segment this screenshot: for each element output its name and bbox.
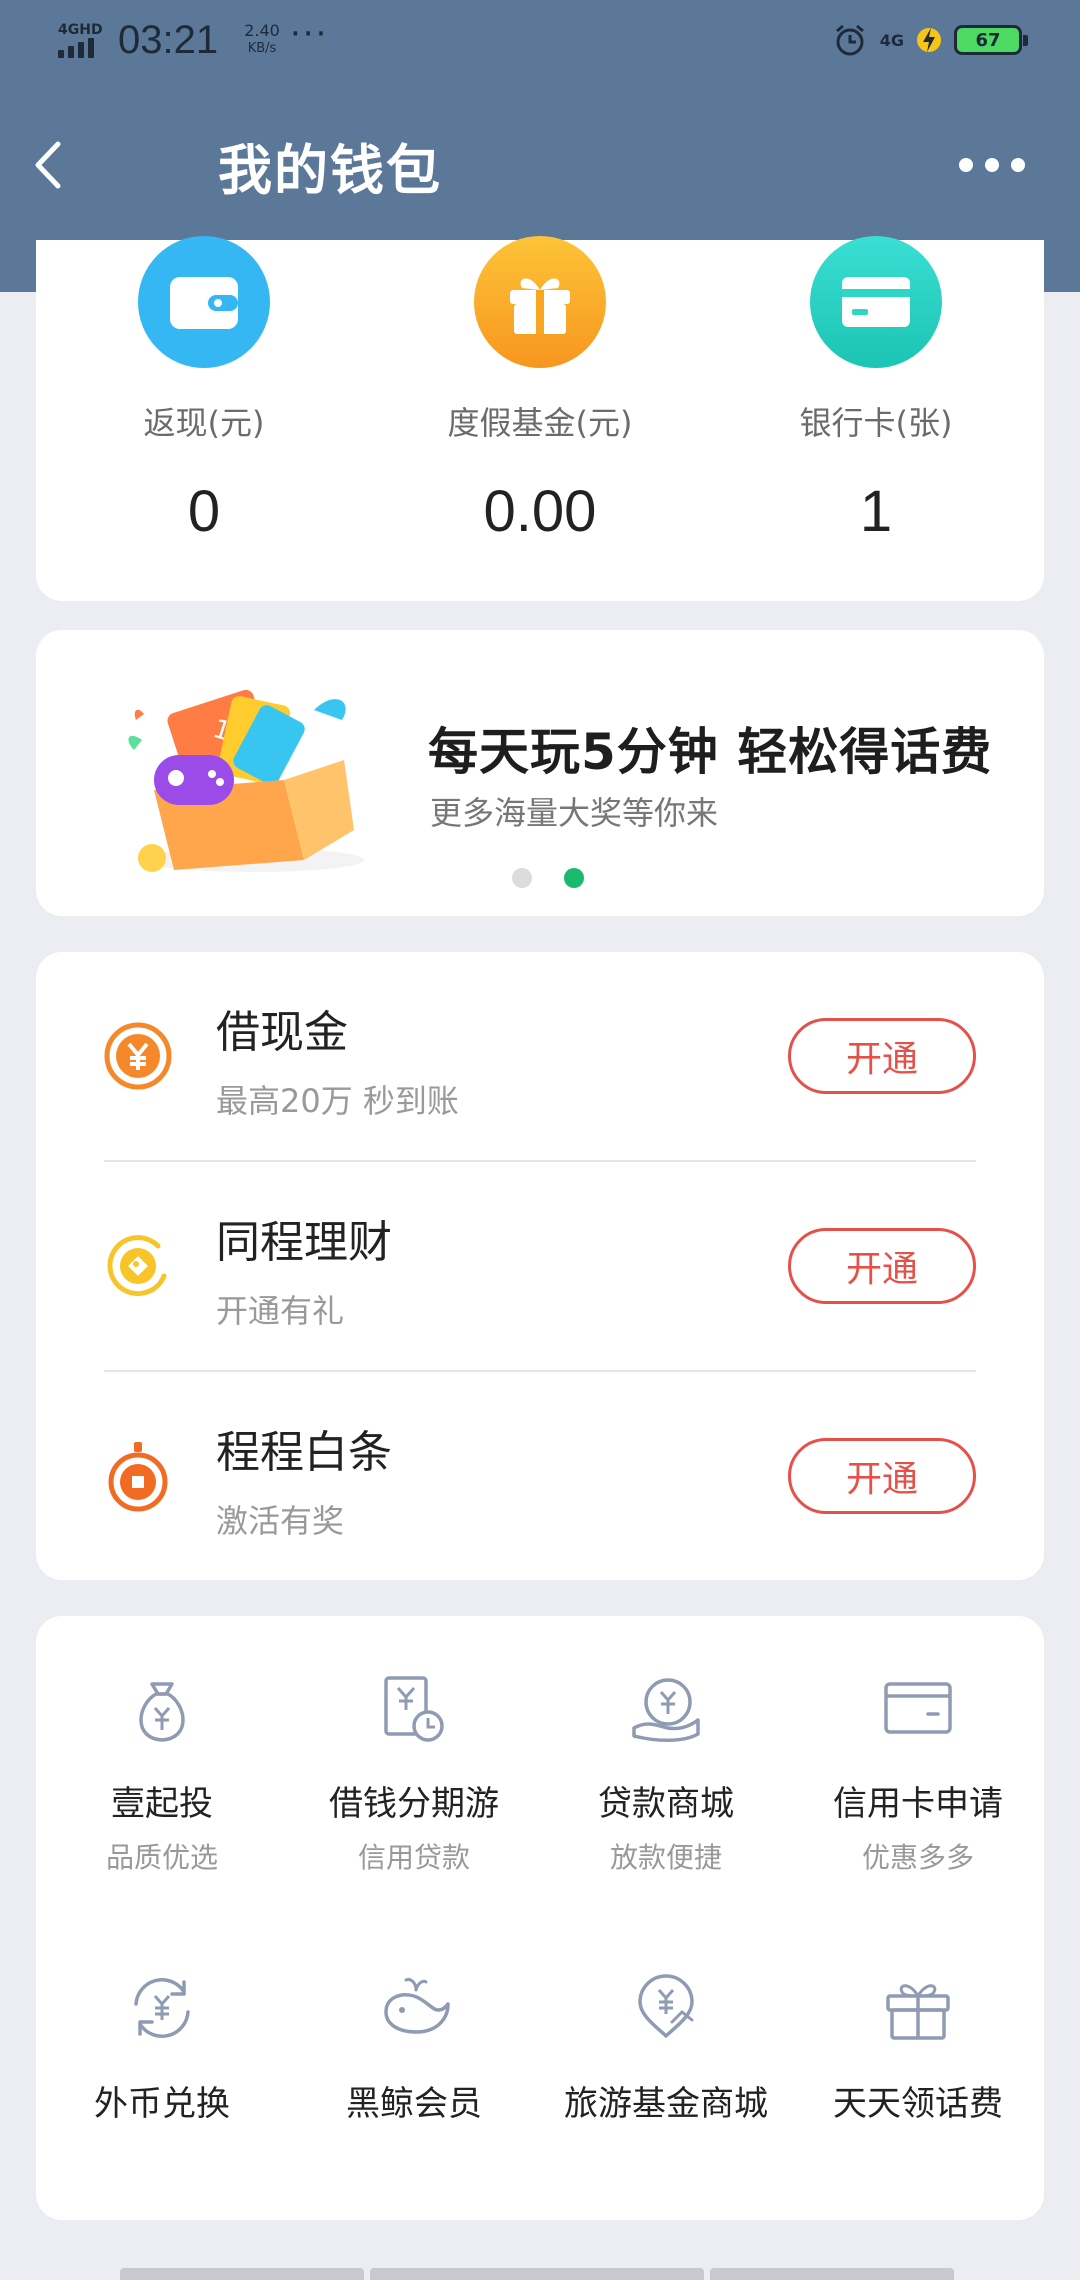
carousel-dot [512,868,532,888]
alarm-icon [835,24,864,56]
grid-item-title: 贷款商城 [598,1784,734,1824]
network-4g-label: 4G [879,30,904,50]
grid-item-travel-fund-mall[interactable]: 旅游基金商城 [540,1916,792,2176]
navigation-bar: 我的钱包 [0,110,1080,220]
grid-item-credit-card[interactable]: 信用卡申请 优惠多多 [792,1616,1044,1916]
financial-services-card: 借现金 最高20万 秒到账 开通 同程理财 开通有礼 开通 程程白条 激活有奖 … [36,952,1044,1580]
grid-item-subtitle: 信用贷款 [357,1841,470,1874]
vacation-fund-summary[interactable]: 度假基金(元) 0.00 [372,236,708,601]
banner-subtitle: 更多海量大奖等你来 [430,794,719,832]
bank-card-value: 1 [859,479,893,544]
charging-icon [917,28,941,52]
status-bar: 4GHD 03:21 2.40 KB/s ··· 4G 67 [0,0,1080,88]
activate-button[interactable]: 开通 [788,1018,976,1094]
speed-unit: KB/s [247,41,277,56]
grid-item-subtitle: 品质优选 [105,1841,218,1874]
network-speed: 2.40 KB/s [232,22,292,58]
credit-card-icon [884,1682,952,1734]
cashback-summary[interactable]: 返现(元) 0 [36,236,372,601]
battery-level: 67 [975,29,1001,51]
grid-item-loan-mall[interactable]: 贷款商城 放款便捷 [540,1616,792,1916]
service-row-wealth[interactable]: 同程理财 开通有礼 开通 [36,1162,1044,1372]
cashback-value: 0 [187,479,221,544]
network-label: 4GHD [58,22,103,38]
card-icon [810,236,942,368]
service-title: 借现金 [216,1007,348,1058]
vacation-fund-value: 0.00 [483,479,597,544]
bottom-edge-tabs [120,2268,954,2280]
vacation-fund-label: 度假基金(元) [447,404,633,442]
banner-title: 每天玩5分钟 轻松得话费 [428,723,993,781]
service-subtitle: 最高20万 秒到账 [216,1082,459,1120]
wallet-summary-card: 返现(元) 0 度假基金(元) 0.00 银行卡(张) 1 [36,236,1044,601]
travel-fund-icon [638,1974,694,2038]
grid-item-currency-exchange[interactable]: 外币兑换 [36,1916,288,2176]
back-button[interactable] [28,130,88,200]
grid-item-title: 天天领话费 [833,2084,1003,2124]
promo-banner[interactable]: 100 每天玩5分钟 轻松得话费 更多海量大奖等你来 [36,630,1044,916]
game-gift-illustration: 100 [128,689,364,872]
service-row-credit[interactable]: 程程白条 激活有奖 开通 [36,1372,1044,1582]
grid-item-title: 壹起投 [111,1784,213,1824]
grid-item-subtitle: 优惠多多 [861,1841,974,1874]
grid-item-title: 借钱分期游 [329,1784,499,1824]
currency-exchange-icon [134,1978,190,2038]
grid-item-installment-travel[interactable]: 借钱分期游 信用贷款 [288,1616,540,1916]
grid-item-title: 黑鲸会员 [346,2084,482,2124]
whale-icon [384,1978,450,2034]
speed-value: 2.40 [244,21,280,40]
status-more-icon: ··· [290,14,329,54]
wallet-icon [138,236,270,368]
battery-icon: 67 [954,25,1028,55]
service-subtitle: 激活有奖 [216,1502,345,1540]
gift-box-icon [886,1984,950,2040]
bank-card-label: 银行卡(张) [799,404,953,442]
grid-item-title: 旅游基金商城 [564,2084,768,2124]
chevron-left-icon [35,141,61,189]
cashback-label: 返现(元) [143,404,265,442]
carousel-indicator [512,868,584,888]
grid-item-title: 信用卡申请 [833,1784,1003,1824]
page-title: 我的钱包 [218,139,442,202]
status-time: 03:21 [118,18,219,62]
installment-icon [384,1676,444,1742]
signal-icon: 4GHD [58,22,108,62]
activate-button[interactable]: 开通 [788,1228,976,1304]
more-button[interactable] [952,140,1032,190]
service-subtitle: 开通有礼 [216,1292,345,1330]
service-title: 同程理财 [216,1217,392,1268]
carousel-dot-active [564,868,584,888]
white-strip-icon [108,1442,168,1512]
grid-item-subtitle: 放款便捷 [609,1841,722,1874]
grid-item-daily-credit[interactable]: 天天领话费 [792,1916,1044,2176]
yuan-coin-icon [104,1022,172,1090]
service-title: 程程白条 [216,1427,392,1478]
gift-icon [474,236,606,368]
money-bag-icon [139,1682,185,1742]
grid-item-title: 外币兑换 [94,2084,230,2124]
grid-item-invest[interactable]: 壹起投 品质优选 [36,1616,288,1916]
finance-coin-icon [107,1235,167,1297]
activate-button[interactable]: 开通 [788,1438,976,1514]
quick-entry-grid: 壹起投 品质优选 借钱分期游 信用贷款 贷款商城 放款便捷 信用卡申请 优惠多多 [36,1616,1044,2220]
more-dots-icon [959,158,1025,172]
grid-item-black-whale[interactable]: 黑鲸会员 [288,1916,540,2176]
service-row-cash-loan[interactable]: 借现金 最高20万 秒到账 开通 [36,952,1044,1162]
loan-hand-icon [632,1678,700,1743]
bank-card-summary[interactable]: 银行卡(张) 1 [708,236,1044,601]
